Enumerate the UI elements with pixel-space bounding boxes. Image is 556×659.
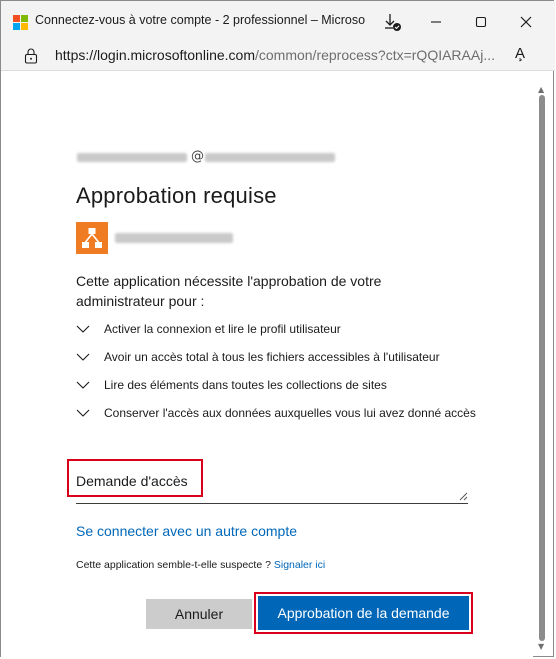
other-account-link[interactable]: Se connecter avec un autre compte [76,523,297,539]
chevron-down-icon [76,325,90,333]
chevron-down-icon [76,353,90,361]
scroll-up-icon[interactable]: ▲ [538,85,544,94]
address-bar[interactable]: https://login.microsoftonline.com/common… [1,41,555,71]
page-title: Approbation requise [76,183,277,208]
url-path: /common/reprocess?ctx=rQQIARAAj... [254,47,496,63]
close-icon[interactable] [515,11,537,33]
chevron-down-icon [76,381,90,389]
permission-item[interactable]: Activer la connexion et lire le profil u… [76,319,476,339]
permission-label: Conserver l'accès aux données auxquelles… [104,406,476,420]
lock-icon[interactable] [23,47,39,65]
app-icon [76,222,108,254]
permission-item[interactable]: Avoir un accès total à tous les fichiers… [76,347,476,367]
app-name-redacted [115,233,233,243]
intro-text: Cette application nécessite l'approbatio… [76,273,382,309]
permission-label: Activer la connexion et lire le profil u… [104,322,341,336]
highlight-box-justification [67,459,203,497]
app-hierarchy-icon [82,228,102,248]
page-content: @ Approbation requise Cette application … [1,71,533,657]
browser-window: Connectez-vous à votre compte - 2 profes… [0,0,555,657]
suspect-app-notice: Cette application semble-t-elle suspecte… [76,559,325,571]
permission-item[interactable]: Lire des éléments dans toutes les collec… [76,375,476,395]
title-bar: Connectez-vous à votre compte - 2 profes… [1,1,555,41]
maximize-icon[interactable] [470,11,492,33]
permission-item[interactable]: Conserver l'accès aux données auxquelles… [76,403,476,423]
suspect-text: Cette application semble-t-elle suspecte… [76,559,271,571]
chevron-down-icon [76,409,90,417]
report-link[interactable]: Signaler ici [274,559,325,571]
resize-handle-icon[interactable] [459,492,468,501]
scroll-down-icon[interactable]: ▼ [538,642,544,651]
microsoft-logo-icon [13,15,28,30]
url-text[interactable]: https://login.microsoftonline.com/common… [55,47,497,63]
minimize-icon[interactable] [425,11,447,33]
permission-label: Lire des éléments dans toutes les collec… [104,378,387,392]
account-email-redacted: @ [77,149,339,164]
permission-list: Activer la connexion et lire le profil u… [76,319,476,431]
vertical-scrollbar[interactable]: ▲ ▼ [535,85,549,651]
permission-label: Avoir un accès total à tous les fichiers… [104,350,440,364]
approve-request-button[interactable]: Approbation de la demande [258,596,469,630]
cancel-button[interactable]: Annuler [146,599,252,629]
download-icon[interactable] [381,11,403,33]
window-title: Connectez-vous à votre compte - 2 profes… [35,13,365,27]
url-host: https://login.microsoftonline.com [55,47,255,63]
read-aloud-icon[interactable]: A̧ [515,45,525,62]
email-at-sign: @ [191,149,204,164]
scroll-thumb[interactable] [539,95,545,641]
